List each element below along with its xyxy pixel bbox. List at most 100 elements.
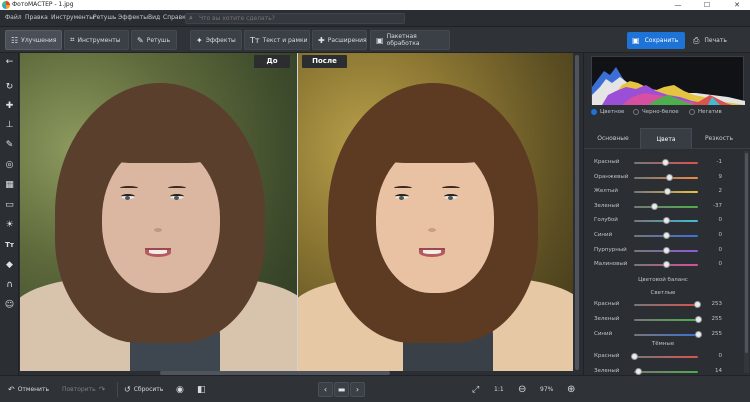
radio-bw[interactable] [633, 109, 639, 115]
menu-retouch[interactable]: Ретушь [93, 14, 116, 21]
redo-button[interactable]: Повторить ↷ [62, 383, 105, 396]
tab-basic[interactable]: Основные [590, 128, 636, 149]
slider-knob[interactable] [666, 173, 674, 181]
adjustments-panel: Цветное Черно-белое Негатив Основные Цве… [583, 53, 750, 390]
slider-knob[interactable] [662, 159, 670, 166]
text-icon: Тт [250, 35, 260, 45]
slider-label: Синий [594, 331, 613, 337]
after-photo [298, 53, 573, 371]
text-icon[interactable]: Tт [3, 239, 16, 252]
menu-file[interactable]: Файл [5, 14, 22, 21]
slider-track[interactable] [634, 205, 698, 208]
tab-improvements[interactable]: ☷ Улучшения [5, 30, 62, 50]
zoom-out-icon[interactable]: ⊖ [518, 383, 526, 396]
slider-knob[interactable] [663, 232, 670, 239]
hsl-slider-6: Синий 0 [584, 229, 742, 243]
undo-label: Отменить [17, 386, 49, 393]
slider-knob[interactable] [695, 331, 702, 338]
slider-value: 9 [718, 173, 723, 180]
next-image-button[interactable]: › [350, 382, 365, 397]
photo-canvas[interactable]: До После [20, 53, 573, 375]
fit-screen-icon[interactable]: ⤢ [472, 383, 479, 396]
maximize-button[interactable]: ☐ [697, 0, 717, 10]
tab-tools[interactable]: ⌗ Инструменты [64, 30, 129, 50]
menu-edit[interactable]: Правка [25, 14, 48, 21]
slider-value: -37 [713, 202, 722, 209]
hsl-slider-7: Пурпурный 0 [584, 244, 742, 258]
radio-color[interactable] [591, 109, 597, 115]
print-button[interactable]: ⎙ Печать [690, 32, 740, 49]
menu-tools[interactable]: Инструменты [51, 14, 94, 21]
frame-icon[interactable]: ▭ [3, 199, 16, 212]
canvas-vertical-scrollbar[interactable] [573, 53, 581, 375]
radio-color-label[interactable]: Цветное [600, 109, 624, 115]
fill-icon[interactable]: ◆ [3, 259, 16, 272]
back-arrow-icon[interactable]: ← [3, 56, 16, 69]
slider-track[interactable] [634, 319, 698, 321]
radio-bw-label[interactable]: Черно-белое [642, 109, 679, 115]
target-icon[interactable]: ◎ [3, 159, 16, 172]
tab-batch[interactable]: ▣ Пакетная обработка [370, 30, 450, 50]
search-input[interactable] [199, 14, 399, 23]
tab-sharpness[interactable]: Резкость [694, 128, 744, 149]
save-label: Сохранить [644, 37, 679, 44]
slider-knob[interactable] [694, 301, 702, 308]
slider-label: Желтый [594, 188, 618, 195]
minimize-button[interactable]: — [668, 0, 688, 10]
slider-track[interactable] [634, 371, 698, 373]
slider-track[interactable] [634, 356, 698, 358]
brush-icon[interactable]: ✎ [3, 139, 16, 152]
slider-track[interactable] [634, 334, 698, 336]
histogram [591, 56, 745, 105]
tab-extensions[interactable]: ✚ Расширения [312, 30, 367, 50]
undo-button[interactable]: ↶ Отменить [8, 383, 49, 396]
tab-effects[interactable]: ✦ Эффекты [190, 30, 242, 50]
magnet-icon[interactable]: ∩ [3, 279, 16, 292]
slider-knob[interactable] [634, 368, 642, 375]
slider-knob[interactable] [663, 188, 671, 196]
radio-negative[interactable] [689, 109, 695, 115]
slider-label: Пурпурный [594, 246, 627, 253]
menu-view[interactable]: Вид [148, 14, 160, 21]
slider-knob[interactable] [631, 353, 638, 360]
stamp-icon[interactable]: ⊥ [3, 119, 16, 132]
highlights-slider-1: Красный 253 [584, 298, 742, 312]
panel-scrollbar[interactable] [744, 151, 749, 373]
zoom-in-icon[interactable]: ⊕ [567, 383, 575, 396]
undo-icon: ↶ [8, 385, 15, 394]
slider-value: 2 [718, 188, 723, 195]
reset-icon: ↺ [124, 385, 131, 394]
search-box[interactable]: ⌕ [185, 13, 405, 24]
app-logo-icon [2, 1, 10, 9]
eye-icon[interactable]: ◉ [176, 383, 184, 396]
actual-size-button[interactable]: 1:1 [494, 383, 504, 396]
tab-label: Инструменты [77, 36, 121, 44]
folder-button[interactable]: ▬ [334, 382, 349, 397]
menu-effects[interactable]: Эффекты [118, 14, 148, 21]
slider-knob[interactable] [663, 261, 670, 269]
grid-icon[interactable]: ▦ [3, 179, 16, 192]
patch-icon[interactable]: ✚ [3, 100, 16, 113]
slider-track[interactable] [634, 304, 698, 306]
tab-label: Пакетная обработка [386, 33, 420, 47]
radio-negative-label[interactable]: Негатив [698, 109, 722, 115]
tab-retouch[interactable]: ✎ Ретушь [131, 30, 177, 50]
tab-text-frames[interactable]: Тт Текст и рамки [244, 30, 310, 50]
reset-button[interactable]: ↺ Сбросить [124, 383, 163, 396]
prev-image-button[interactable]: ‹ [318, 382, 333, 397]
tab-colors[interactable]: Цвета [640, 128, 692, 149]
slider-knob[interactable] [663, 246, 670, 254]
rotate-icon[interactable]: ↻ [3, 81, 16, 94]
close-button[interactable]: ✕ [727, 0, 747, 10]
slider-label: Синий [594, 232, 613, 238]
split-view-icon[interactable]: ◧ [197, 383, 206, 396]
hsl-slider-2: Оранжевый 9 [584, 171, 742, 185]
slider-knob[interactable] [695, 316, 702, 323]
hsl-slider-1: Красный -1 [584, 156, 742, 170]
sun-icon[interactable]: ☀ [3, 219, 16, 232]
save-button[interactable]: ▣ Сохранить [627, 32, 685, 49]
slider-knob[interactable] [651, 202, 659, 210]
save-icon: ▣ [632, 36, 640, 45]
slider-knob[interactable] [663, 217, 670, 225]
face-icon[interactable]: ☺ [3, 299, 16, 312]
